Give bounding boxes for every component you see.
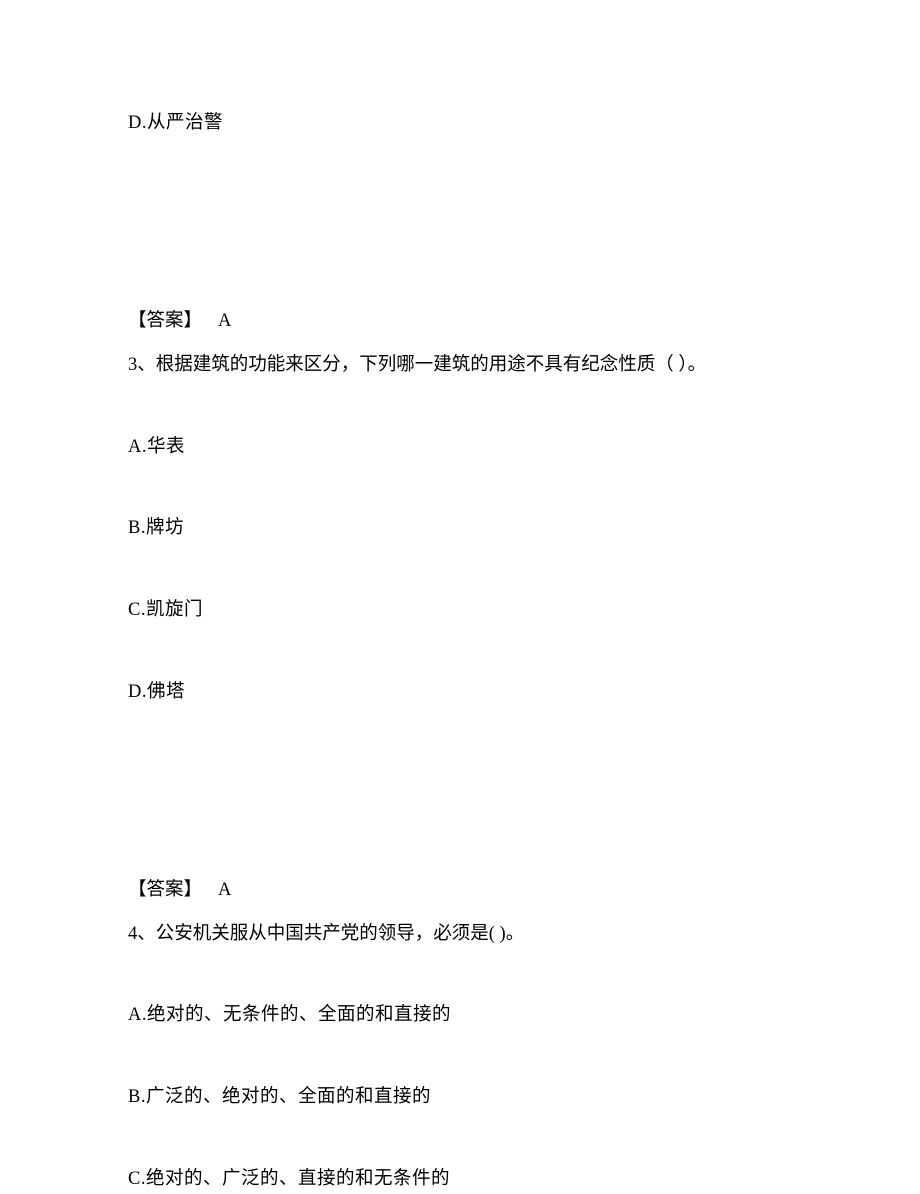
q4-stem: 4、公安机关服从中国共产党的领导，必须是( )。: [128, 921, 792, 949]
q3-option-b: B.牌坊: [128, 515, 792, 543]
q3-option-a: A.华表: [128, 434, 792, 462]
q2-answer-value: A: [218, 311, 231, 331]
q3-answer-label: 【答案】: [128, 880, 202, 900]
q4-option-a: A.绝对的、无条件的、全面的和直接的: [128, 1002, 792, 1030]
q2-answer-label: 【答案】: [128, 311, 202, 331]
q2-option-d: D.从严治警: [128, 110, 792, 138]
q3-option-d: D.佛塔: [128, 679, 792, 707]
q3-answer-value: A: [218, 880, 231, 900]
q3-stem: 3、根据建筑的功能来区分，下列哪一建筑的用途不具有纪念性质（ ）。: [128, 352, 792, 380]
q3-option-c: C.凯旋门: [128, 597, 792, 625]
q4-option-b: B.广泛的、绝对的、全面的和直接的: [128, 1084, 792, 1112]
q4-option-c: C.绝对的、广泛的、直接的和无条件的: [128, 1166, 792, 1194]
